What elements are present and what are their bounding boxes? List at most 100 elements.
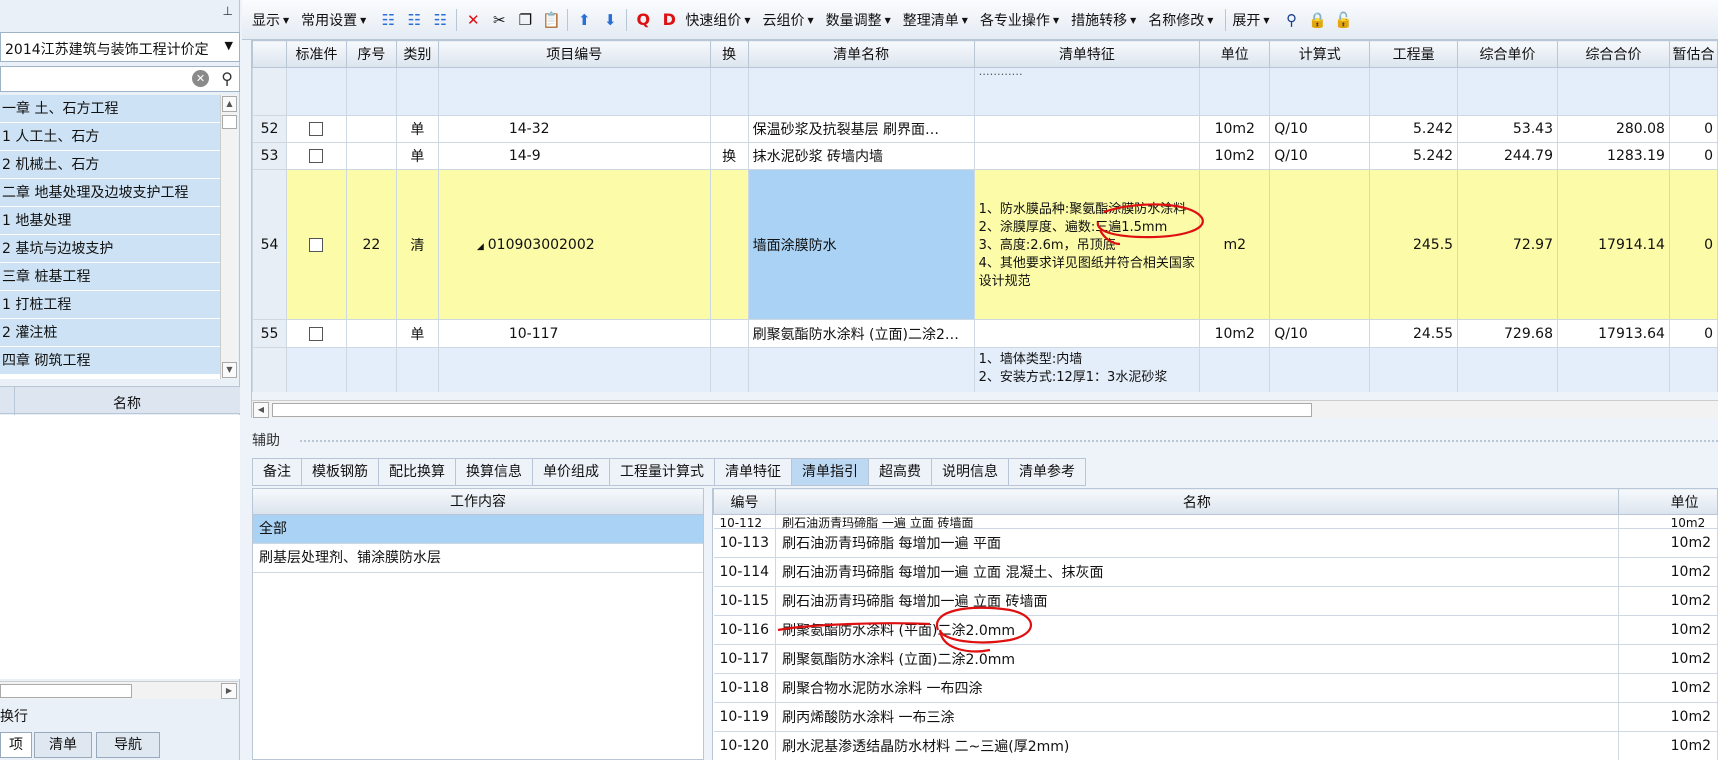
unit-price-cell[interactable]: 72.97	[1457, 169, 1558, 320]
grid-hscrollbar[interactable]: ◀	[252, 400, 1718, 418]
cell[interactable]	[345, 347, 397, 392]
scroll-left-icon[interactable]: ◀	[253, 402, 269, 418]
tab-quantity-formula[interactable]: 工程量计算式	[610, 458, 715, 486]
column-header[interactable]: 类别	[395, 40, 439, 68]
paste-icon[interactable]: 📋	[541, 10, 561, 30]
type-cell[interactable]: 单	[395, 319, 439, 348]
table-row[interactable]: 10-116 刷聚氨酯防水涂料 (平面)二涂2.0mm 10m2	[713, 615, 1718, 645]
tree-item[interactable]: 三章 桩基工程	[0, 263, 220, 291]
name-cell[interactable]: 抹水泥砂浆 砖墙内墙	[747, 142, 975, 170]
column-header[interactable]: 清单特征	[973, 40, 1201, 68]
collapse-triangle-icon[interactable]: ◢	[477, 242, 484, 252]
assist-drag-handle[interactable]	[300, 440, 1718, 442]
cell[interactable]	[1269, 347, 1371, 392]
column-header[interactable]: 综合单价	[1457, 40, 1558, 68]
table-row[interactable]: 52 单 14-32 保温砂浆及抗裂基层 刷界面… 10m2 Q/10 5.24…	[252, 115, 1718, 143]
copy-icon[interactable]: ❐	[515, 10, 535, 30]
tree-item[interactable]: 1 打桩工程	[0, 291, 220, 319]
standard-checkbox-cell[interactable]	[285, 142, 347, 170]
quantity-cell[interactable]: 5.242	[1369, 142, 1459, 170]
tab-formwork-rebar[interactable]: 模板钢筋	[302, 458, 379, 486]
cell[interactable]	[285, 347, 347, 392]
unit-cell[interactable]: 10m2	[1199, 115, 1271, 143]
cell[interactable]	[1199, 67, 1271, 116]
swap-cell[interactable]	[709, 169, 749, 320]
menu-display[interactable]: 显示 ▼	[252, 10, 289, 30]
scroll-thumb[interactable]	[222, 115, 237, 129]
table-row-selected[interactable]: 54 22 清 ◢ 010903002002 墙面涂膜防水 1、防水膜品种:聚氨酯…	[252, 169, 1718, 320]
formula-cell[interactable]: Q/10	[1269, 319, 1371, 348]
column-header[interactable]: 暂估合	[1668, 40, 1718, 68]
seq-cell[interactable]	[345, 319, 397, 348]
estimate-cell[interactable]: 0	[1668, 115, 1718, 143]
formula-cell[interactable]	[1269, 169, 1371, 320]
cell[interactable]	[1668, 347, 1718, 392]
tree-item[interactable]: 1 地基处理	[0, 207, 220, 235]
unit-price-cell[interactable]: 729.68	[1457, 319, 1558, 348]
splitter[interactable]	[242, 40, 252, 418]
column-header[interactable]: 清单名称	[747, 40, 975, 68]
q-icon[interactable]: Q	[633, 10, 653, 30]
menu-quick-pricing[interactable]: 快速组价 ▼	[685, 10, 750, 30]
feature-cell[interactable]: 1、墙体类型:内墙 2、安装方式:12厚1：3水泥砂浆	[973, 347, 1201, 392]
cell[interactable]	[395, 347, 439, 392]
table-row[interactable]: 10-117 刷聚氨酯防水涂料 (立面)二涂2.0mm 10m2	[713, 644, 1718, 674]
menu-common-settings[interactable]: 常用设置 ▼	[301, 10, 366, 30]
quota-list-hscrollbar[interactable]: ▶	[0, 681, 238, 699]
scroll-down-icon[interactable]: ▼	[222, 362, 237, 378]
estimate-cell[interactable]: 0	[1668, 319, 1718, 348]
seq-cell[interactable]	[345, 115, 397, 143]
menu-discipline-ops[interactable]: 各专业操作 ▼	[980, 10, 1059, 30]
cell[interactable]	[747, 347, 975, 392]
unlock-icon[interactable]: 🔓	[1334, 10, 1354, 30]
column-header[interactable]: 编号	[713, 488, 777, 515]
tab-bill[interactable]: 清单	[34, 732, 92, 758]
checkbox[interactable]	[309, 237, 324, 252]
cell[interactable]	[1557, 67, 1670, 116]
table-row[interactable]: 10-118 刷聚合物水泥防水涂料 一布四涂 10m2	[713, 673, 1718, 703]
search-icon[interactable]: ⚲	[221, 69, 233, 88]
menu-cloud-pricing[interactable]: 云组价 ▼	[762, 10, 813, 30]
estimate-cell[interactable]: 0	[1668, 142, 1718, 170]
column-header[interactable]: 工程量	[1369, 40, 1459, 68]
tab-navigation[interactable]: 导航	[96, 732, 160, 758]
tab-description[interactable]: 说明信息	[932, 458, 1009, 486]
feature-cell[interactable]	[973, 142, 1201, 170]
tree-scrollbar[interactable]: ▲ ▼	[220, 95, 238, 379]
menu-quantity-adjust[interactable]: 数量调整 ▼	[826, 10, 891, 30]
tree-item[interactable]: 二章 地基处理及边坡支护工程	[0, 179, 220, 207]
cell[interactable]	[1369, 347, 1459, 392]
cut-icon[interactable]: ✂	[489, 10, 509, 30]
move-up-icon[interactable]: ⬆	[574, 10, 594, 30]
seq-cell[interactable]: 22	[345, 169, 397, 320]
wrap-option[interactable]: 换行	[0, 706, 28, 726]
tree-item[interactable]: 2 机械土、石方	[0, 151, 220, 179]
find-icon[interactable]: ⚲	[1282, 10, 1302, 30]
column-header[interactable]: 单位	[1199, 40, 1271, 68]
menu-expand[interactable]: 展开 ▼	[1232, 10, 1269, 30]
code-cell[interactable]: 14-32	[437, 115, 711, 143]
standard-checkbox-cell[interactable]	[285, 169, 347, 320]
type-cell[interactable]: 单	[395, 142, 439, 170]
quota-search-input[interactable]: ✕ ⚲	[0, 66, 240, 92]
swap-cell[interactable]	[709, 115, 749, 143]
unit-price-cell[interactable]: 53.43	[1457, 115, 1558, 143]
quota-library-select[interactable]: 2014江苏建筑与装饰工程计价定 ▼	[0, 32, 240, 62]
tree-item[interactable]: 2 灌注桩	[0, 319, 220, 347]
code-cell[interactable]: 14-9	[437, 142, 711, 170]
total-price-cell[interactable]: 1283.19	[1557, 142, 1670, 170]
tree-item[interactable]: 2 基坑与边坡支护	[0, 235, 220, 263]
checkbox[interactable]	[309, 149, 324, 163]
estimate-cell[interactable]: 0	[1668, 169, 1718, 320]
feature-cell[interactable]	[973, 115, 1201, 143]
clear-icon[interactable]: ✕	[192, 70, 209, 87]
unit-price-cell[interactable]: 244.79	[1457, 142, 1558, 170]
table-row[interactable]: 55 单 10-117 刷聚氨酯防水涂料 (立面)二涂2… 10m2 Q/10 …	[252, 319, 1718, 348]
cell[interactable]	[1457, 67, 1558, 116]
name-cell[interactable]: 保温砂浆及抗裂基层 刷界面…	[747, 115, 975, 143]
scroll-thumb[interactable]	[272, 403, 1312, 417]
checkbox[interactable]	[309, 326, 324, 341]
name-cell[interactable]: 刷聚氨酯防水涂料 (立面)二涂2…	[747, 319, 975, 348]
scroll-up-icon[interactable]: ▲	[222, 96, 237, 112]
cell[interactable]	[285, 67, 347, 116]
